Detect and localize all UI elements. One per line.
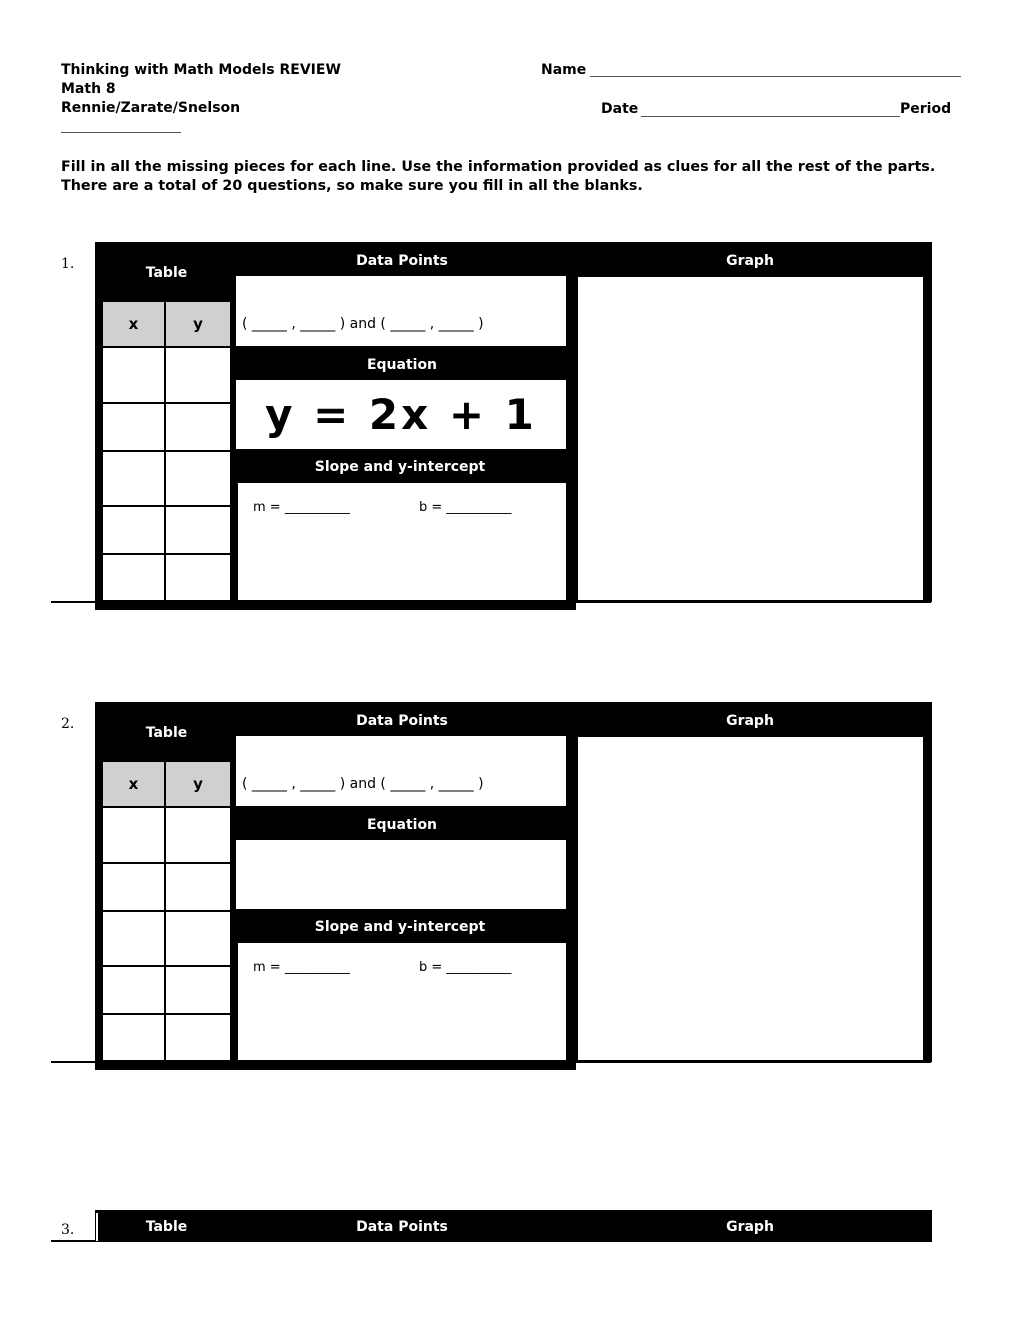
data-points-header: Data Points: [236, 246, 568, 276]
table-cell-y-3[interactable]: [164, 910, 232, 967]
table-cell-y-4[interactable]: [164, 505, 232, 555]
date-blank-line[interactable]: [641, 116, 900, 117]
graph-header: Graph: [572, 246, 928, 276]
data-points-header: Data Points: [236, 1213, 568, 1241]
slope-intercept-header: Slope and y-intercept: [232, 911, 568, 943]
table-header: Table: [101, 246, 232, 300]
y-column-header: y: [164, 300, 232, 348]
table-cell-x-3[interactable]: [101, 910, 166, 967]
equation-header: Equation: [236, 350, 568, 380]
slope-intercept-header: Slope and y-intercept: [232, 451, 568, 483]
x-column-header: x: [101, 300, 166, 348]
table-cell-y-5[interactable]: [164, 553, 232, 602]
instructions-line-1: Fill in all the missing pieces for each …: [61, 159, 936, 175]
problem-number: 3.: [61, 1222, 75, 1238]
table-header: Table: [101, 706, 232, 760]
course-name: Math 8: [61, 81, 116, 97]
equation-box[interactable]: [236, 840, 566, 909]
y-intercept-blank[interactable]: b = __________: [419, 500, 511, 515]
table-cell-x-4[interactable]: [101, 505, 166, 555]
table-cell-x-1[interactable]: [101, 806, 166, 864]
data-points-box[interactable]: [236, 736, 566, 806]
date-label: Date: [601, 101, 639, 117]
table-cell-y-5[interactable]: [164, 1013, 232, 1062]
graph-area[interactable]: [578, 277, 923, 600]
table-cell-y-2[interactable]: [164, 402, 232, 452]
graph-header: Graph: [572, 1213, 928, 1241]
instructions-line-2: There are a total of 20 questions, so ma…: [61, 178, 643, 194]
instructions: Fill in all the missing pieces for each …: [61, 158, 961, 196]
data-points-header: Data Points: [236, 706, 568, 736]
teacher-names: Rennie/Zarate/Snelson: [61, 100, 241, 116]
slope-blank[interactable]: m = __________: [253, 960, 350, 975]
table-cell-y-2[interactable]: [164, 862, 232, 912]
table-header: Table: [101, 1213, 232, 1241]
table-cell-x-3[interactable]: [101, 450, 166, 507]
table-cell-x-2[interactable]: [101, 402, 166, 452]
problem-number: 1.: [61, 256, 75, 272]
problem-number: 2.: [61, 716, 75, 732]
graph-area[interactable]: [578, 737, 923, 1060]
y-intercept-blank[interactable]: b = __________: [419, 960, 511, 975]
table-cell-y-3[interactable]: [164, 450, 232, 507]
frame-edge: [96, 1213, 98, 1241]
table-cell-y-1[interactable]: [164, 346, 232, 404]
worksheet-title: Thinking with Math Models REVIEW: [61, 62, 341, 78]
x-column-header: x: [101, 760, 166, 808]
data-points-blanks[interactable]: ( _____ , _____ ) and ( _____ , _____ ): [242, 316, 484, 332]
table-cell-x-2[interactable]: [101, 862, 166, 912]
table-cell-x-4[interactable]: [101, 965, 166, 1015]
equation-text: y = 2x + 1: [265, 390, 537, 439]
y-column-header: y: [164, 760, 232, 808]
data-points-box[interactable]: [236, 276, 566, 346]
table-cell-x-5[interactable]: [101, 1013, 166, 1062]
data-points-blanks[interactable]: ( _____ , _____ ) and ( _____ , _____ ): [242, 776, 484, 792]
slope-blank[interactable]: m = __________: [253, 500, 350, 515]
table-cell-y-1[interactable]: [164, 806, 232, 864]
period-blank-line[interactable]: [61, 132, 181, 133]
name-label: Name: [541, 62, 587, 78]
table-cell-x-5[interactable]: [101, 553, 166, 602]
name-blank-line[interactable]: [590, 76, 961, 77]
graph-header: Graph: [572, 706, 928, 736]
equation-header: Equation: [236, 810, 568, 840]
table-cell-x-1[interactable]: [101, 346, 166, 404]
table-cell-y-4[interactable]: [164, 965, 232, 1015]
period-label: Period: [900, 101, 952, 117]
